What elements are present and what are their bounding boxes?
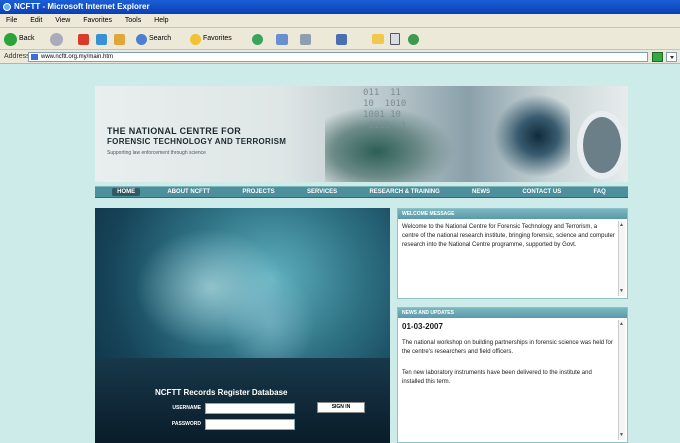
page-viewport: 011 11 10 1010 1001 10 0110 1 THE NATION… [0, 64, 680, 443]
welcome-panel-body: Welcome to the National Centre for Foren… [398, 219, 627, 298]
messenger-icon [408, 33, 419, 45]
site-banner: 011 11 10 1010 1001 10 0110 1 THE NATION… [95, 86, 628, 182]
go-button[interactable] [652, 52, 663, 62]
favorites-label: Favorites [203, 35, 232, 42]
search-label: Search [149, 35, 172, 42]
menu-view[interactable]: View [55, 17, 70, 24]
welcome-panel-heading: WELCOME MESSAGE [398, 209, 627, 219]
ie-logo-icon [3, 3, 11, 11]
document-button[interactable] [390, 32, 400, 46]
back-label: Back [19, 35, 35, 42]
banner-figure-image [490, 91, 570, 181]
folder-button[interactable] [372, 32, 384, 46]
mail-icon [276, 33, 288, 45]
nav-news[interactable]: NEWS [467, 188, 495, 196]
history-icon [252, 33, 263, 45]
history-button[interactable] [252, 32, 263, 46]
nav-home[interactable]: HOME [112, 188, 141, 196]
stop-icon [78, 33, 89, 45]
news-panel-body: 01-03-2007 The national workshop on buil… [398, 318, 627, 442]
news-panel-heading: NEWS AND UPDATES [398, 308, 627, 318]
refresh-icon [96, 33, 107, 45]
back-arrow-icon [4, 32, 17, 46]
refresh-button[interactable] [96, 32, 107, 46]
banner-disc-image [577, 111, 627, 179]
banner-title-line2: FORENSIC TECHNOLOGY AND TERRORISM [107, 137, 287, 146]
edit-icon [336, 33, 347, 45]
login-title: NCFTT Records Register Database [155, 388, 288, 397]
sign-in-button[interactable]: SIGN IN [317, 402, 365, 413]
menu-help[interactable]: Help [154, 17, 168, 24]
window-title: NCFTT - Microsoft Internet Explorer [14, 2, 150, 11]
banner-binary-digits: 011 11 10 1010 1001 10 0110 1 [363, 88, 407, 131]
nav-research-training[interactable]: RESEARCH & TRAINING [364, 188, 444, 196]
username-row: USERNAME [139, 402, 339, 414]
hero-crowd-silhouette [95, 358, 390, 443]
back-button[interactable]: Back [4, 32, 35, 46]
search-button[interactable]: Search [136, 32, 171, 46]
nav-projects[interactable]: PROJECTS [237, 188, 279, 196]
news-scrollbar[interactable] [618, 320, 625, 440]
news-date: 01-03-2007 [402, 322, 443, 331]
news-paragraph-2: Ten new laboratory instruments have been… [402, 370, 592, 385]
page-icon [31, 54, 38, 60]
username-label: USERNAME [172, 405, 201, 411]
news-panel: NEWS AND UPDATES 01-03-2007 The national… [397, 307, 628, 443]
banner-title: THE NATIONAL CENTRE FOR [107, 126, 242, 136]
hero-image: NCFTT Records Register Database USERNAME… [95, 208, 390, 443]
welcome-scrollbar[interactable] [618, 221, 625, 296]
edit-button[interactable] [336, 32, 347, 46]
address-dropdown-button[interactable] [666, 52, 677, 62]
forward-button[interactable] [50, 32, 63, 46]
news-paragraph-1: The national workshop on building partne… [402, 340, 613, 355]
home-icon [114, 33, 125, 45]
address-url: www.ncftt.org.my/main.htm [41, 54, 114, 60]
browser-toolbar: Back Search Favorites [0, 28, 680, 50]
password-input[interactable] [205, 418, 295, 430]
search-icon [136, 33, 147, 45]
print-icon [300, 33, 311, 45]
address-label: Address [4, 53, 30, 60]
print-button[interactable] [300, 32, 311, 46]
address-input[interactable]: www.ncftt.org.my/main.htm [28, 52, 648, 62]
welcome-panel: WELCOME MESSAGE Welcome to the National … [397, 208, 628, 299]
nav-contact[interactable]: CONTACT US [517, 188, 566, 196]
username-input[interactable] [205, 402, 295, 414]
messenger-button[interactable] [408, 32, 419, 46]
menu-tools[interactable]: Tools [125, 17, 141, 24]
address-bar: Address www.ncftt.org.my/main.htm [0, 50, 680, 64]
banner-subtitle: Supporting law enforcement through scien… [107, 150, 206, 156]
password-label: PASSWORD [171, 421, 201, 427]
password-row: PASSWORD [139, 418, 339, 430]
stop-button[interactable] [78, 32, 89, 46]
home-button[interactable] [114, 32, 125, 46]
menu-bar: File Edit View Favorites Tools Help [0, 14, 680, 28]
site-nav: HOME ABOUT NCFTT PROJECTS SERVICES RESEA… [95, 186, 628, 198]
menu-favorites[interactable]: Favorites [83, 17, 112, 24]
star-icon [190, 33, 201, 45]
menu-file[interactable]: File [6, 17, 17, 24]
mail-button[interactable] [276, 32, 288, 46]
welcome-text: Welcome to the National Centre for Foren… [402, 224, 615, 248]
favorites-button[interactable]: Favorites [190, 32, 232, 46]
forward-arrow-icon [50, 32, 63, 46]
nav-faq[interactable]: FAQ [588, 188, 610, 196]
nav-about[interactable]: ABOUT NCFTT [162, 188, 215, 196]
nav-services[interactable]: SERVICES [302, 188, 342, 196]
folder-icon [372, 34, 384, 44]
window-titlebar: NCFTT - Microsoft Internet Explorer [0, 0, 680, 14]
site-container: 011 11 10 1010 1001 10 0110 1 THE NATION… [95, 86, 628, 443]
document-icon [390, 33, 400, 45]
menu-edit[interactable]: Edit [30, 17, 42, 24]
